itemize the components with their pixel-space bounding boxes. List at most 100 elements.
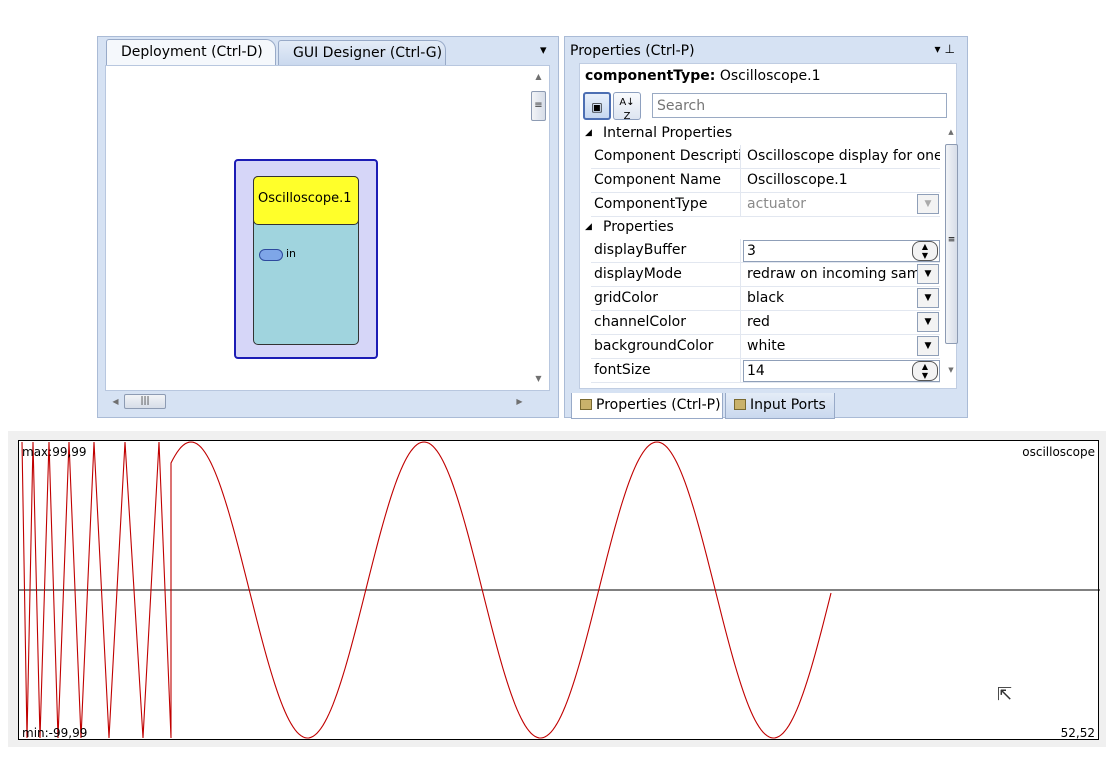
- property-row[interactable]: displayMode redraw on incoming sam ▼: [591, 263, 940, 287]
- scope-name-label: oscilloscope: [1022, 445, 1095, 459]
- component-body[interactable]: Oscilloscope.1 in: [253, 176, 359, 345]
- scroll-thumb[interactable]: ≡: [531, 91, 546, 121]
- oscilloscope-display[interactable]: max:99,99 min:-99,99 oscilloscope 52,52 …: [18, 440, 1100, 740]
- categorized-icon: ▣: [591, 100, 603, 114]
- property-row[interactable]: Component Descriptic Oscilloscope displa…: [591, 145, 940, 169]
- panel-controls: ▾⊥: [935, 42, 959, 56]
- property-value[interactable]: Oscilloscope display for one: [743, 145, 940, 169]
- scroll-thumb[interactable]: |||: [124, 394, 166, 409]
- property-value-text: actuator: [747, 196, 807, 212]
- deployment-panel: GUI Designer (Ctrl-G) Deployment (Ctrl-D…: [97, 36, 559, 418]
- property-value[interactable]: 3 ▲ ▼: [743, 240, 940, 262]
- property-grid-scrollbar[interactable]: ▲ ≡ ▼: [944, 122, 958, 384]
- chevron-down-icon[interactable]: ▼: [917, 336, 939, 356]
- dropdown-icon[interactable]: ▾: [935, 42, 945, 56]
- property-value[interactable]: 14 ▲ ▼: [743, 360, 940, 382]
- tab-gui-designer[interactable]: GUI Designer (Ctrl-G): [278, 40, 446, 66]
- category-internal-properties[interactable]: ◢ Internal Properties: [583, 122, 732, 144]
- horizontal-scrollbar[interactable]: ◀ ||| ▶: [106, 393, 526, 411]
- component-type-value: Oscilloscope.1: [719, 68, 821, 84]
- scroll-up-icon[interactable]: ▲: [944, 124, 958, 140]
- categorized-view-button[interactable]: ▣: [583, 92, 611, 120]
- scroll-down-icon[interactable]: ▼: [944, 362, 958, 378]
- category-label: Internal Properties: [603, 125, 733, 141]
- property-value[interactable]: Oscilloscope.1: [743, 169, 940, 193]
- mouse-cursor-icon: ⇱: [997, 684, 1013, 705]
- property-value-text: black: [747, 290, 785, 306]
- search-input[interactable]: [652, 93, 947, 118]
- property-row[interactable]: Component Name Oscilloscope.1: [591, 169, 940, 193]
- spinner-icon[interactable]: ▲ ▼: [912, 241, 938, 261]
- property-row[interactable]: displayBuffer 3 ▲ ▼: [591, 239, 940, 263]
- chevron-down-icon[interactable]: ▼: [917, 312, 939, 332]
- scroll-right-icon[interactable]: ▶: [510, 394, 529, 410]
- input-port-in[interactable]: [259, 249, 283, 261]
- scroll-up-icon[interactable]: ▲: [529, 69, 548, 85]
- tab-overflow-icon[interactable]: ▾: [540, 43, 547, 58]
- component-type-label: componentType:: [585, 68, 716, 84]
- property-value[interactable]: white ▼: [743, 335, 940, 359]
- vertical-scrollbar[interactable]: ▲ ≡ ▼: [529, 67, 548, 389]
- tab-label: Deployment (Ctrl-D): [121, 44, 263, 60]
- property-name: channelColor: [591, 311, 741, 335]
- property-value-text: 14: [747, 363, 765, 379]
- min-label: min:-99,99: [22, 726, 88, 740]
- property-name: fontSize: [591, 359, 741, 383]
- property-row[interactable]: gridColor black ▼: [591, 287, 940, 311]
- property-name: displayBuffer: [591, 239, 741, 263]
- tab-label: Input Ports: [750, 397, 826, 413]
- property-row[interactable]: ComponentType actuator ▼: [591, 193, 940, 217]
- property-name: Component Descriptic: [591, 145, 741, 169]
- collapse-icon[interactable]: ◢: [585, 122, 592, 144]
- property-grid: ◢ Internal Properties Component Descript…: [583, 122, 940, 384]
- scroll-thumb[interactable]: ≡: [945, 144, 958, 344]
- category-label: Properties: [603, 219, 674, 235]
- property-value-text: 3: [747, 243, 756, 259]
- alphabetical-sort-button[interactable]: A↓ Z: [613, 92, 641, 122]
- properties-content: componentType: Oscilloscope.1 ▣ A↓Z ◢ In…: [579, 63, 958, 389]
- property-row[interactable]: fontSize 14 ▲ ▼: [591, 359, 940, 383]
- property-value[interactable]: red ▼: [743, 311, 940, 335]
- deployment-canvas[interactable]: Oscilloscope.1 in ▲ ≡ ▼: [105, 65, 550, 391]
- tab-label: Properties (Ctrl-P): [596, 397, 721, 413]
- tab-properties[interactable]: Properties (Ctrl-P): [571, 393, 723, 419]
- property-name: gridColor: [591, 287, 741, 311]
- property-value-text: red: [747, 314, 770, 330]
- property-value[interactable]: black ▼: [743, 287, 940, 311]
- scroll-left-icon[interactable]: ◀: [106, 394, 125, 410]
- component-title[interactable]: Oscilloscope.1: [253, 176, 359, 225]
- input-port-label: in: [286, 247, 297, 260]
- chevron-down-icon[interactable]: ▼: [917, 288, 939, 308]
- tab-label: GUI Designer (Ctrl-G): [293, 45, 443, 61]
- current-value-label: 52,52: [1060, 726, 1095, 740]
- panel-title: Properties (Ctrl-P): [570, 43, 695, 59]
- property-name: Component Name: [591, 169, 741, 193]
- properties-tab-icon: [580, 399, 592, 410]
- max-label: max:99,99: [22, 445, 87, 459]
- property-value-text: white: [747, 338, 786, 354]
- component-type-header: componentType: Oscilloscope.1: [585, 68, 821, 84]
- property-name: ComponentType: [591, 193, 741, 217]
- spinner-icon[interactable]: ▲ ▼: [912, 361, 938, 381]
- tab-input-ports[interactable]: Input Ports: [725, 393, 835, 419]
- component-oscilloscope[interactable]: Oscilloscope.1 in: [234, 159, 378, 359]
- input-ports-tab-icon: [734, 399, 746, 410]
- property-value[interactable]: redraw on incoming sam ▼: [743, 263, 940, 287]
- property-name: displayMode: [591, 263, 741, 287]
- chevron-down-icon[interactable]: ▼: [917, 264, 939, 284]
- property-value: actuator ▼: [743, 193, 940, 217]
- pin-icon[interactable]: ⊥: [945, 42, 959, 56]
- oscilloscope-plot: [19, 441, 1100, 739]
- sort-az-icon: A↓ Z: [619, 97, 635, 122]
- property-row[interactable]: backgroundColor white ▼: [591, 335, 940, 359]
- chevron-down-icon: ▼: [917, 194, 939, 214]
- scroll-down-icon[interactable]: ▼: [529, 371, 548, 387]
- property-name: backgroundColor: [591, 335, 741, 359]
- collapse-icon[interactable]: ◢: [585, 216, 592, 238]
- property-value-text: redraw on incoming sam: [747, 266, 921, 282]
- property-row[interactable]: channelColor red ▼: [591, 311, 940, 335]
- oscilloscope-window: max:99,99 min:-99,99 oscilloscope 52,52 …: [8, 431, 1106, 747]
- tab-deployment[interactable]: Deployment (Ctrl-D): [106, 39, 276, 65]
- properties-panel: Properties (Ctrl-P) ▾⊥ componentType: Os…: [564, 36, 968, 419]
- category-properties[interactable]: ◢ Properties: [583, 216, 674, 238]
